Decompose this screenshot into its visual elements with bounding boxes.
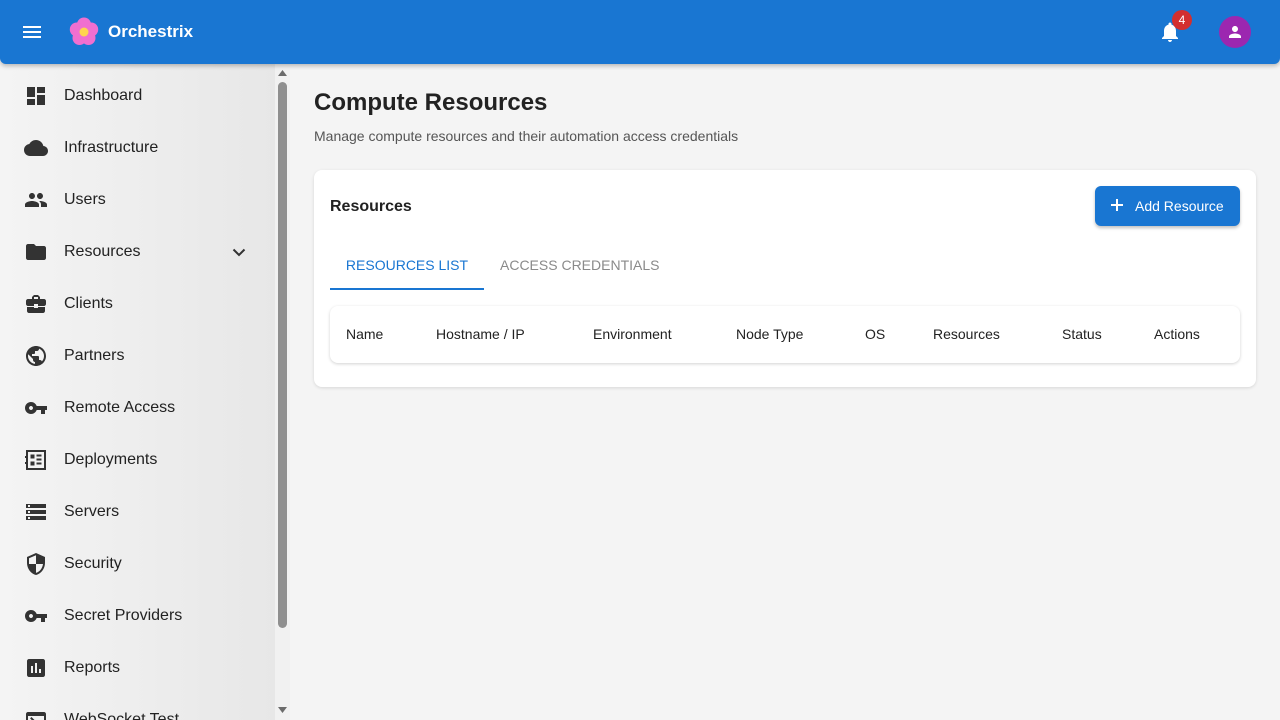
sidebar-item-label: Users	[64, 191, 106, 208]
sidebar-item-security[interactable]: Security	[0, 538, 275, 590]
sidebar-item-label: Resources	[64, 243, 141, 260]
sidebar-item-label: Clients	[64, 295, 113, 312]
cloud-icon	[24, 136, 48, 160]
resources-table: Name Hostname / IP Environment Node Type…	[330, 306, 1240, 363]
sidebar-item-label: Partners	[64, 347, 125, 364]
key-icon	[24, 604, 48, 628]
briefcase-icon	[24, 292, 48, 316]
chevron-down-icon[interactable]	[229, 242, 249, 262]
dashboard-icon	[24, 84, 48, 108]
sidebar-item-dashboard[interactable]: Dashboard	[0, 70, 275, 122]
column-header-environment[interactable]: Environment	[593, 326, 672, 342]
column-header-status[interactable]: Status	[1062, 326, 1102, 342]
scroll-up-arrow-icon[interactable]	[277, 68, 288, 78]
column-header-name[interactable]: Name	[346, 326, 383, 342]
sidebar-item-secret-providers[interactable]: Secret Providers	[0, 590, 275, 642]
scroll-down-arrow-icon[interactable]	[277, 705, 288, 715]
page-title: Compute Resources	[314, 89, 548, 116]
person-icon	[1229, 26, 1241, 38]
sidebar-item-reports[interactable]: Reports	[0, 642, 275, 694]
notification-count-badge: 4	[1172, 10, 1192, 30]
sidebar-item-resources[interactable]: Resources	[0, 226, 275, 278]
user-avatar[interactable]	[1219, 16, 1251, 48]
column-header-resources[interactable]: Resources	[933, 326, 1000, 342]
sidebar-item-clients[interactable]: Clients	[0, 278, 275, 330]
column-header-os[interactable]: OS	[865, 326, 885, 342]
column-header-node-type[interactable]: Node Type	[736, 326, 803, 342]
sidebar-scrollbar-thumb[interactable]	[278, 82, 287, 628]
sidebar-item-label: Remote Access	[64, 399, 176, 416]
sidebar-item-remote-access[interactable]: Remote Access	[0, 382, 275, 434]
flower-logo-icon	[69, 17, 99, 45]
server-list-icon	[24, 500, 48, 524]
app-title: Orchestrix	[108, 22, 194, 41]
sidebar-item-servers[interactable]: Servers	[0, 486, 275, 538]
sidebar-item-infrastructure[interactable]: Infrastructure	[0, 122, 275, 174]
sidebar-item-label: Infrastructure	[64, 139, 159, 156]
add-resource-label: Add Resource	[1135, 198, 1224, 214]
column-header-hostname[interactable]: Hostname / IP	[436, 326, 525, 342]
tab-access-credentials[interactable]: Access Credentials	[500, 250, 660, 290]
resources-card: Resources Add Resource Resources List Ac…	[314, 170, 1256, 387]
deployments-icon	[24, 448, 48, 472]
sidebar-item-label: Dashboard	[64, 87, 143, 104]
sidebar-item-label: Reports	[64, 659, 121, 676]
sidebar-item-label: Secret Providers	[64, 607, 183, 624]
sidebar-item-users[interactable]: Users	[0, 174, 275, 226]
sidebar-item-label: Deployments	[64, 451, 158, 468]
sidebar-item-label: Security	[64, 555, 122, 572]
sidebar: Dashboard Infrastructure Users Resources…	[0, 64, 275, 720]
plus-icon	[1111, 199, 1123, 211]
card-title: Resources	[330, 198, 412, 215]
app-bar: Orchestrix 4	[0, 0, 1280, 64]
people-icon	[24, 188, 48, 212]
shield-icon	[24, 552, 48, 576]
column-header-actions: Actions	[1154, 326, 1200, 342]
add-resource-button[interactable]: Add Resource	[1095, 186, 1240, 226]
sidebar-item-deployments[interactable]: Deployments	[0, 434, 275, 486]
sidebar-item-label: WebSocket Test	[64, 711, 180, 720]
folder-icon	[24, 240, 48, 264]
bar-chart-icon	[24, 656, 48, 680]
sidebar-item-partners[interactable]: Partners	[0, 330, 275, 382]
terminal-icon	[24, 708, 48, 720]
page-subtitle: Manage compute resources and their autom…	[314, 128, 739, 144]
tab-resources-list[interactable]: Resources List	[330, 250, 484, 290]
sidebar-item-label: Servers	[64, 503, 120, 520]
globe-icon	[24, 344, 48, 368]
sidebar-item-websocket-test[interactable]: WebSocket Test	[0, 694, 275, 720]
key-icon	[24, 396, 48, 420]
menu-icon[interactable]	[20, 20, 44, 44]
